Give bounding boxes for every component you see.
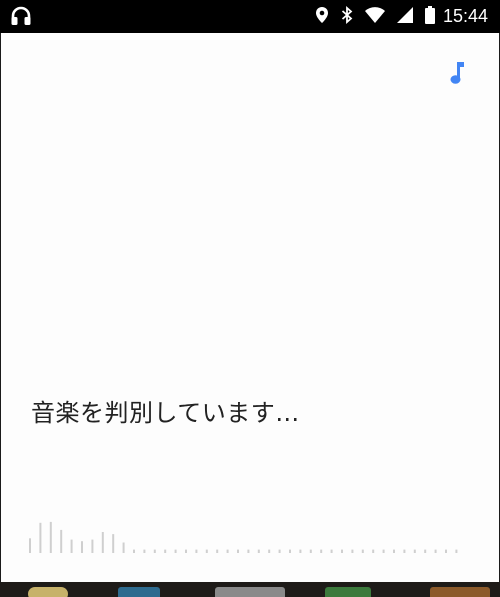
dock-app-icon <box>118 587 160 597</box>
waveform-bar <box>257 549 260 553</box>
status-bar: 15:44 <box>0 0 500 33</box>
waveform-bar <box>434 549 437 553</box>
waveform-bar <box>299 549 302 553</box>
waveform-bar <box>382 549 385 553</box>
status-text: 音楽を判別しています… <box>31 399 300 427</box>
waveform-bar <box>112 534 115 553</box>
sound-search-card: 音楽を判別しています… <box>1 33 499 582</box>
waveform-bar <box>164 549 167 553</box>
waveform-bar <box>205 549 208 553</box>
dock-app-icon <box>28 587 68 597</box>
waveform-bar <box>455 549 458 553</box>
audio-waveform <box>29 521 458 553</box>
waveform-bar <box>70 539 73 553</box>
waveform-bar <box>49 521 52 553</box>
bluetooth-icon <box>341 5 353 28</box>
waveform-bar <box>268 549 271 553</box>
waveform-bar <box>185 549 187 553</box>
waveform-bar <box>361 549 364 553</box>
location-icon <box>315 6 329 28</box>
waveform-bar <box>153 549 156 553</box>
waveform-bar <box>445 549 447 553</box>
battery-icon <box>424 5 435 28</box>
waveform-bar <box>60 529 63 553</box>
wifi-icon <box>364 6 385 27</box>
dock-app-icon <box>430 587 490 597</box>
waveform-bar <box>133 549 135 553</box>
status-time: 15:44 <box>442 6 488 26</box>
waveform-bar <box>247 549 250 553</box>
background-dock <box>0 582 500 597</box>
waveform-bar <box>278 549 281 553</box>
cell-signal-icon <box>396 6 413 27</box>
waveform-bar <box>226 549 229 553</box>
waveform-bar <box>330 549 333 553</box>
waveform-bar <box>403 549 406 553</box>
waveform-bar <box>237 549 239 553</box>
waveform-bar <box>39 522 42 553</box>
waveform-bar <box>341 549 343 553</box>
music-note-icon[interactable] <box>449 61 465 89</box>
waveform-bar <box>413 549 416 553</box>
dock-app-icon <box>215 587 285 597</box>
waveform-bar <box>195 549 198 553</box>
headphones-icon <box>10 6 32 30</box>
waveform-bar <box>29 538 31 553</box>
waveform-bar <box>143 549 146 553</box>
waveform-bar <box>289 549 291 553</box>
dock-app-icon <box>325 587 371 597</box>
waveform-bar <box>320 549 323 553</box>
waveform-bar <box>174 549 177 553</box>
waveform-bar <box>309 549 312 553</box>
waveform-bar <box>351 549 354 553</box>
waveform-bar <box>424 549 427 553</box>
waveform-bar <box>393 549 395 553</box>
waveform-bar <box>91 539 94 553</box>
waveform-bar <box>101 532 104 553</box>
waveform-bar <box>372 549 375 553</box>
waveform-bar <box>216 549 219 553</box>
waveform-bar <box>122 542 125 553</box>
waveform-bar <box>81 541 83 553</box>
